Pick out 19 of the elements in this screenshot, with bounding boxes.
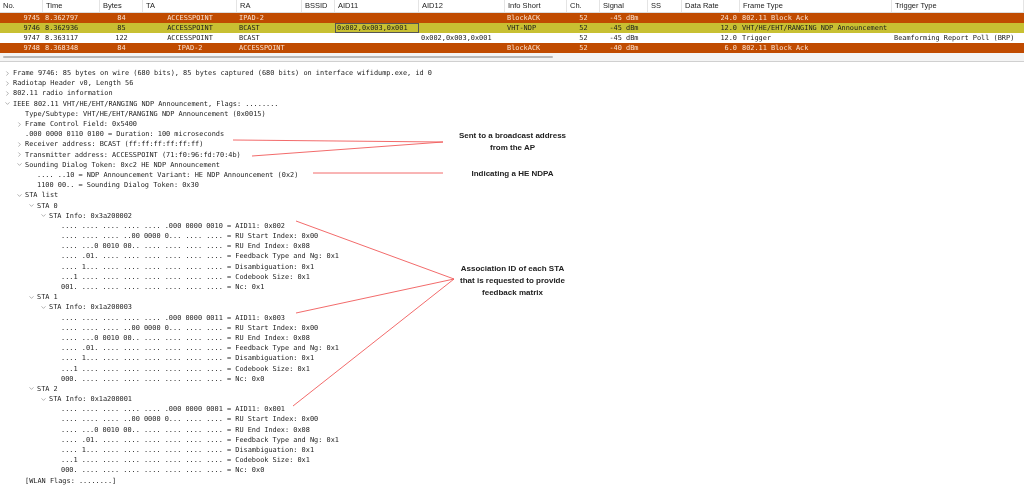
- chevron-right-icon[interactable]: [16, 140, 23, 148]
- chevron-down-icon[interactable]: [16, 191, 23, 199]
- chevron-right-icon[interactable]: [4, 69, 11, 77]
- chevron-right-icon[interactable]: [4, 89, 11, 97]
- chevron-right-icon[interactable]: [16, 151, 23, 159]
- chevron-right-icon[interactable]: [16, 120, 23, 128]
- scrollbar-thumb[interactable]: [3, 56, 553, 58]
- chevron-down-icon[interactable]: [40, 395, 47, 403]
- chevron-right-icon[interactable]: [4, 79, 11, 87]
- chevron-down-icon[interactable]: [28, 293, 35, 301]
- chevron-down-icon[interactable]: [28, 385, 35, 393]
- chevron-down-icon[interactable]: [16, 161, 23, 169]
- chevron-down-icon[interactable]: [4, 100, 11, 108]
- annotation-text: Association ID of each STA that is requested to provide feedback matrix: [459, 263, 566, 299]
- annotation-text: Sent to a broadcast address from the AP: [457, 130, 568, 154]
- chevron-down-icon[interactable]: [28, 202, 35, 210]
- chevron-down-icon[interactable]: [40, 303, 47, 311]
- chevron-down-icon[interactable]: [40, 212, 47, 220]
- annotation-text: Indicating a HE NDPA: [470, 168, 555, 180]
